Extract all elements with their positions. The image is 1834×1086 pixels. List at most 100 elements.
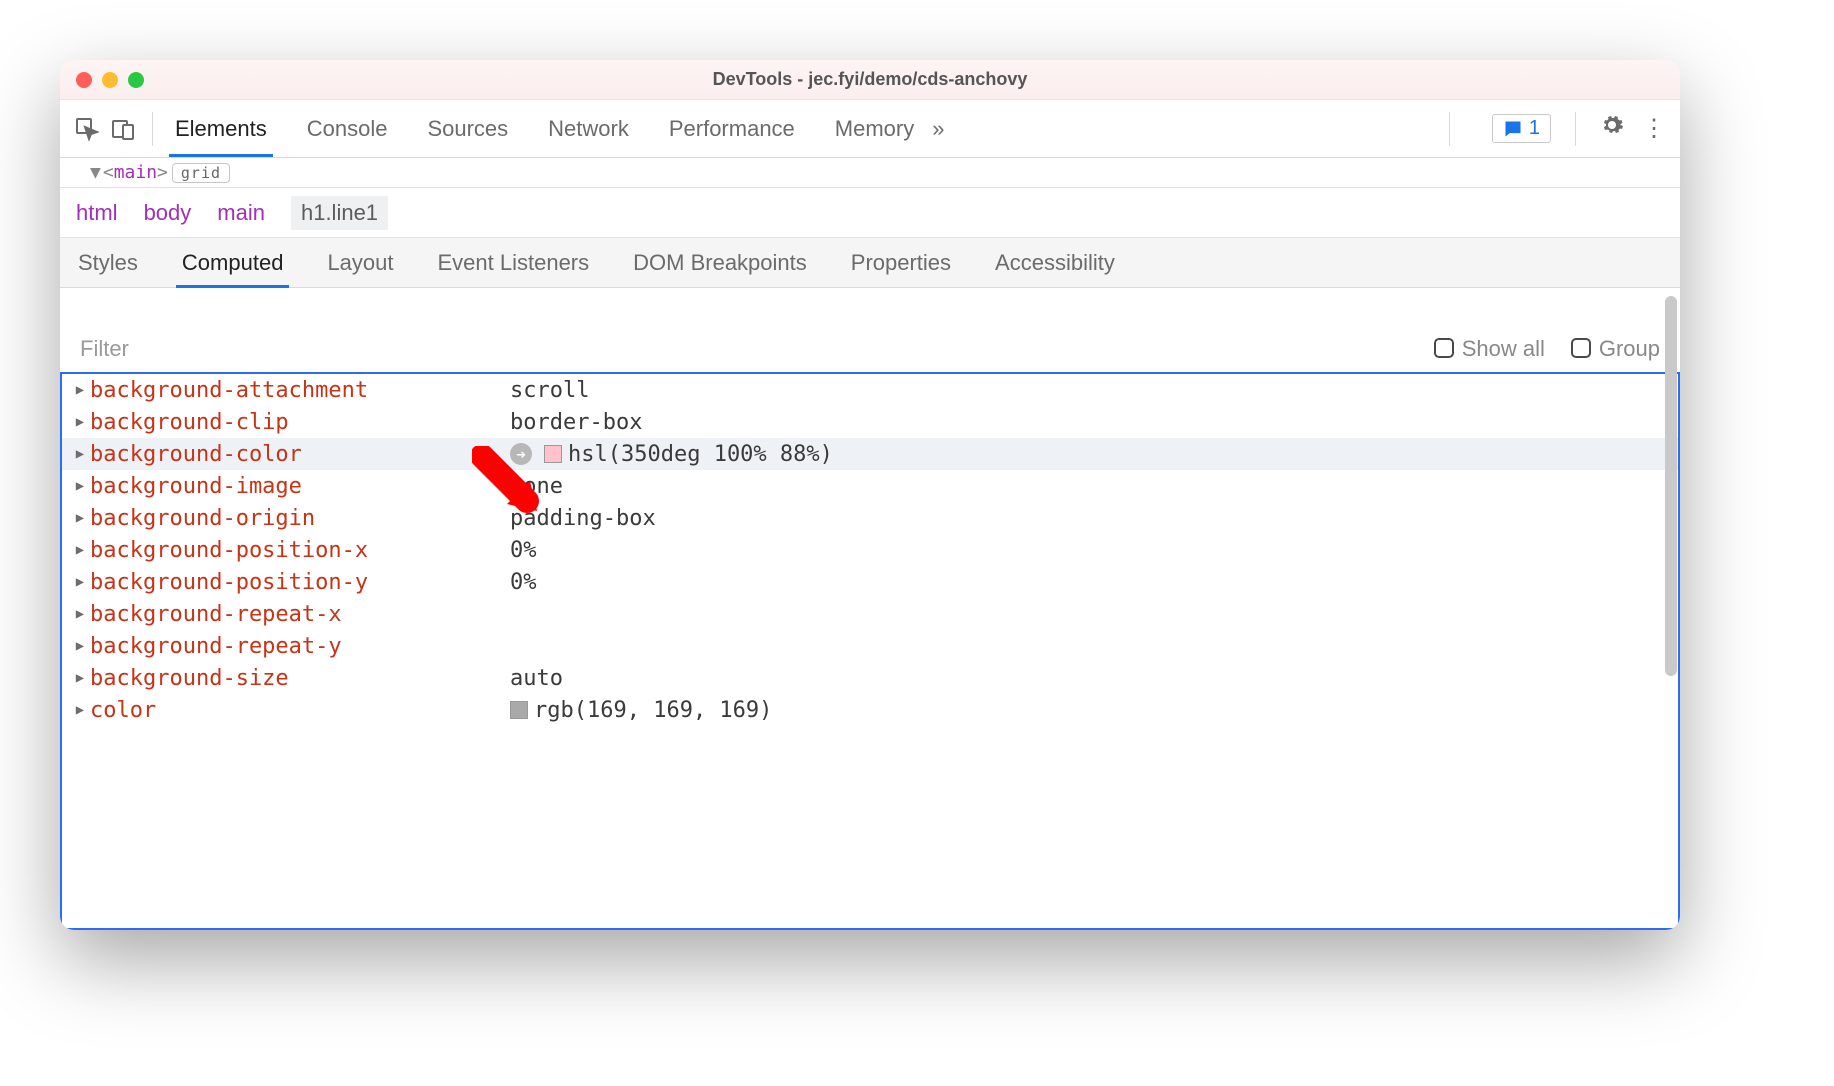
disclosure-icon[interactable]: ▶ bbox=[72, 542, 88, 558]
panel-tab-elements[interactable]: Elements bbox=[173, 102, 269, 156]
disclosure-icon[interactable]: ▶ bbox=[72, 670, 88, 686]
group-checkbox[interactable]: Group bbox=[1571, 336, 1660, 362]
subtab-layout[interactable]: Layout bbox=[325, 239, 395, 287]
disclosure-icon[interactable]: ▶ bbox=[72, 446, 88, 462]
property-value-text: none bbox=[510, 474, 563, 499]
property-name: background-origin bbox=[90, 506, 510, 531]
property-value-text: scroll bbox=[510, 378, 589, 403]
disclosure-icon[interactable]: ▶ bbox=[72, 574, 88, 590]
panel-tab-console[interactable]: Console bbox=[305, 102, 390, 156]
issues-count: 1 bbox=[1529, 117, 1540, 140]
more-tabs-icon[interactable]: » bbox=[932, 116, 944, 142]
grid-badge[interactable]: grid bbox=[172, 163, 230, 183]
window-title: DevTools - jec.fyi/demo/cds-anchovy bbox=[60, 69, 1680, 90]
property-value[interactable]: ➜ hsl(350deg 100% 88%) bbox=[510, 442, 833, 467]
color-swatch[interactable] bbox=[510, 701, 528, 719]
disclosure-icon[interactable]: ▶ bbox=[72, 414, 88, 430]
disclosure-icon[interactable]: ▶ bbox=[72, 382, 88, 398]
panel-tab-memory[interactable]: Memory bbox=[833, 102, 916, 156]
subtab-properties[interactable]: Properties bbox=[849, 239, 953, 287]
disclosure-icon[interactable]: ▶ bbox=[72, 638, 88, 654]
property-name: background-repeat-y bbox=[90, 634, 510, 659]
property-value-text: border-box bbox=[510, 410, 642, 435]
property-name: background-clip bbox=[90, 410, 510, 435]
property-row[interactable]: ▶background-position-x0% bbox=[62, 534, 1678, 566]
property-value-text: hsl(350deg 100% 88%) bbox=[568, 442, 833, 467]
property-value[interactable]: 0% bbox=[510, 570, 537, 595]
property-row[interactable]: ▶background-attachmentscroll bbox=[62, 374, 1678, 406]
subtab-accessibility[interactable]: Accessibility bbox=[993, 239, 1117, 287]
property-row[interactable]: ▶color rgb(169, 169, 169) bbox=[62, 694, 1678, 726]
property-value[interactable]: none bbox=[510, 474, 563, 499]
property-row[interactable]: ▶background-clipborder-box bbox=[62, 406, 1678, 438]
property-name: background-image bbox=[90, 474, 510, 499]
scrollbar-thumb[interactable] bbox=[1665, 296, 1677, 676]
breadcrumb-item[interactable]: body bbox=[144, 200, 192, 226]
property-name: color bbox=[90, 698, 510, 723]
property-row[interactable]: ▶background-color➜ hsl(350deg 100% 88%) bbox=[62, 438, 1678, 470]
filter-bar: Filter Show all Group bbox=[60, 288, 1680, 374]
property-value[interactable]: rgb(169, 169, 169) bbox=[510, 698, 772, 723]
property-value[interactable]: 0% bbox=[510, 538, 537, 563]
property-value[interactable]: auto bbox=[510, 666, 563, 691]
disclosure-icon[interactable]: ▶ bbox=[72, 478, 88, 494]
device-toolbar-icon[interactable] bbox=[110, 116, 136, 142]
property-value[interactable]: scroll bbox=[510, 378, 589, 403]
goto-source-icon[interactable]: ➜ bbox=[510, 443, 532, 465]
filter-input[interactable]: Filter bbox=[80, 336, 129, 362]
titlebar: DevTools - jec.fyi/demo/cds-anchovy bbox=[60, 60, 1680, 100]
issues-badge[interactable]: 1 bbox=[1492, 114, 1551, 143]
property-row[interactable]: ▶background-sizeauto bbox=[62, 662, 1678, 694]
chat-icon bbox=[1503, 119, 1523, 139]
breadcrumb-item[interactable]: html bbox=[76, 200, 118, 226]
breadcrumbs: html body main h1.line1 bbox=[60, 188, 1680, 238]
panel-tab-sources[interactable]: Sources bbox=[425, 102, 510, 156]
dom-tagname: main bbox=[114, 162, 157, 183]
checkbox-icon bbox=[1571, 338, 1591, 358]
property-row[interactable]: ▶background-originpadding-box bbox=[62, 502, 1678, 534]
property-row[interactable]: ▶background-repeat-y bbox=[62, 630, 1678, 662]
property-name: background-position-x bbox=[90, 538, 510, 563]
property-value-text: rgb(169, 169, 169) bbox=[534, 698, 772, 723]
disclosure-icon[interactable]: ▶ bbox=[72, 702, 88, 718]
separator bbox=[1575, 112, 1576, 146]
panel-tabs: Elements Console Sources Network Performance… bbox=[173, 102, 916, 156]
color-swatch[interactable] bbox=[544, 445, 562, 463]
property-row[interactable]: ▶background-repeat-x bbox=[62, 598, 1678, 630]
panel-tab-performance[interactable]: Performance bbox=[667, 102, 797, 156]
breadcrumb-item[interactable]: main bbox=[217, 200, 265, 226]
elements-subtabs: Styles Computed Layout Event Listeners DOM B… bbox=[60, 238, 1680, 288]
separator bbox=[152, 112, 153, 146]
property-value[interactable]: border-box bbox=[510, 410, 642, 435]
property-value[interactable]: padding-box bbox=[510, 506, 656, 531]
more-menu-icon[interactable]: ⋮ bbox=[1642, 114, 1666, 143]
separator bbox=[1449, 112, 1450, 146]
main-toolbar: Elements Console Sources Network Performance… bbox=[60, 100, 1680, 158]
subtab-computed[interactable]: Computed bbox=[180, 239, 286, 287]
property-row[interactable]: ▶background-position-y0% bbox=[62, 566, 1678, 598]
property-value-text: padding-box bbox=[510, 506, 656, 531]
panel-tab-network[interactable]: Network bbox=[546, 102, 631, 156]
property-name: background-repeat-x bbox=[90, 602, 510, 627]
property-name: background-size bbox=[90, 666, 510, 691]
computed-properties-list[interactable]: ▶background-attachmentscroll▶background-… bbox=[60, 374, 1680, 930]
dom-tree-strip[interactable]: ▼ <main> grid bbox=[60, 158, 1680, 188]
devtools-window: DevTools - jec.fyi/demo/cds-anchovy Elem… bbox=[60, 60, 1680, 930]
property-name: background-color bbox=[90, 442, 510, 467]
breadcrumb-item[interactable]: h1.line1 bbox=[291, 196, 388, 230]
subtab-dom-breakpoints[interactable]: DOM Breakpoints bbox=[631, 239, 809, 287]
subtab-styles[interactable]: Styles bbox=[76, 239, 140, 287]
property-value-text: 0% bbox=[510, 538, 537, 563]
property-value-text: auto bbox=[510, 666, 563, 691]
property-name: background-position-y bbox=[90, 570, 510, 595]
property-row[interactable]: ▶background-imagenone bbox=[62, 470, 1678, 502]
disclosure-icon[interactable]: ▶ bbox=[72, 606, 88, 622]
settings-icon[interactable] bbox=[1600, 113, 1624, 144]
property-name: background-attachment bbox=[90, 378, 510, 403]
disclosure-icon[interactable]: ▶ bbox=[72, 510, 88, 526]
checkbox-icon bbox=[1434, 338, 1454, 358]
show-all-checkbox[interactable]: Show all bbox=[1434, 336, 1545, 362]
property-value-text: 0% bbox=[510, 570, 537, 595]
inspect-element-icon[interactable] bbox=[74, 116, 100, 142]
subtab-event-listeners[interactable]: Event Listeners bbox=[436, 239, 592, 287]
